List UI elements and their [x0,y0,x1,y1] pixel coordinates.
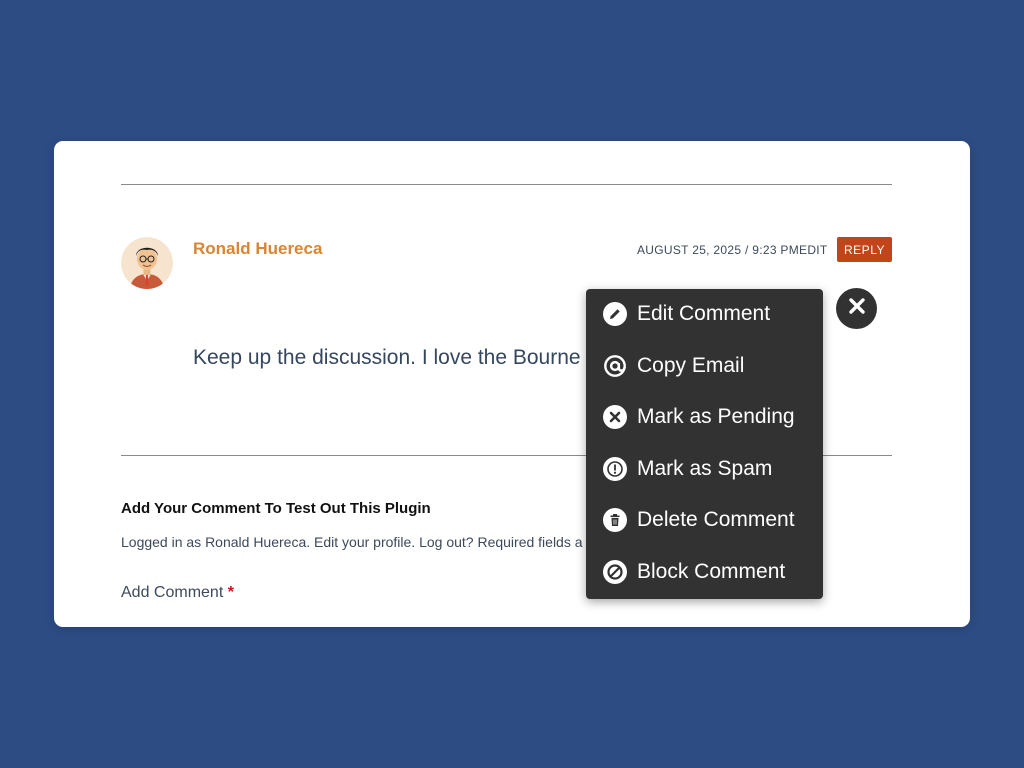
avatar [121,237,173,289]
close-menu-button[interactable] [836,288,877,329]
x-circle-icon [603,405,627,429]
menu-item-mark-spam[interactable]: Mark as Spam [603,455,772,483]
comment-meta[interactable]: AUGUST 25, 2025 / 9:23 PMEDIT [637,243,828,257]
divider-top [121,184,892,185]
exclamation-icon [603,457,627,481]
menu-item-label: Block Comment [637,560,786,583]
at-sign-icon [603,354,627,378]
comment-author[interactable]: Ronald Huereca [193,239,322,259]
block-icon [603,560,627,584]
add-comment-label: Add Comment * [121,584,234,602]
comment-text: Keep up the discussion. I love the Bourn… [193,346,581,369]
menu-item-label: Delete Comment [637,508,795,531]
trash-icon [603,508,627,532]
menu-item-label: Mark as Pending [637,405,795,428]
menu-item-edit-comment[interactable]: Edit Comment [603,300,770,328]
menu-item-copy-email[interactable]: Copy Email [603,352,744,380]
menu-item-mark-pending[interactable]: Mark as Pending [603,403,795,431]
pencil-icon [603,302,627,326]
close-icon [848,297,866,320]
menu-item-block-comment[interactable]: Block Comment [603,558,785,586]
logged-in-text: Logged in as Ronald Huereca. Edit your p… [121,534,583,550]
reply-button[interactable]: REPLY [837,237,892,262]
menu-item-label: Edit Comment [637,302,771,325]
menu-item-delete-comment[interactable]: Delete Comment [603,506,795,534]
menu-item-label: Copy Email [637,354,745,377]
form-title: Add Your Comment To Test Out This Plugin [121,500,431,517]
menu-item-label: Mark as Spam [637,457,773,480]
comment-card: Ronald Huereca AUGUST 25, 2025 / 9:23 PM… [54,141,970,627]
add-comment-label-text: Add Comment [121,584,224,601]
required-mark: * [227,584,234,601]
comment-actions-menu: Edit Comment Copy Email Mark as Pending … [586,289,823,599]
